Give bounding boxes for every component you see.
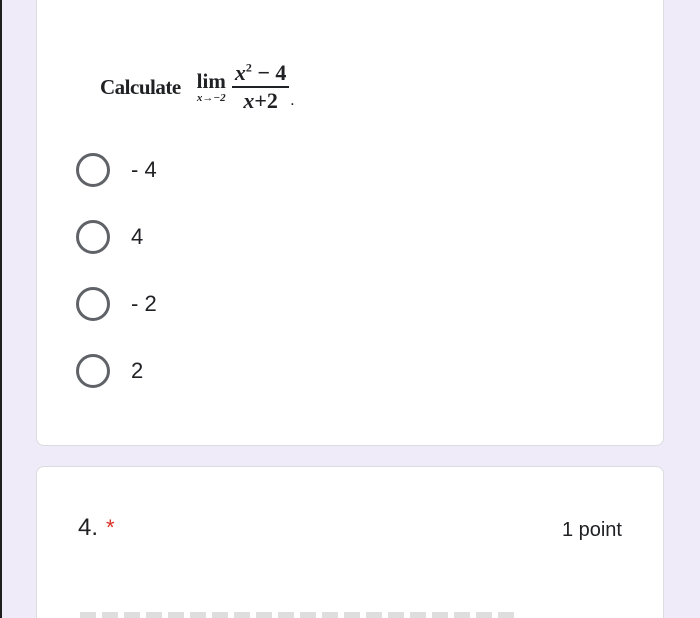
radio-button-icon[interactable] xyxy=(76,153,110,187)
numerator-variable: x xyxy=(234,60,246,85)
option-4[interactable]: 4 xyxy=(76,219,376,255)
limit-word: lim xyxy=(196,69,226,93)
limit-subscript: x→−2 xyxy=(196,92,226,104)
clipped-question-text xyxy=(80,612,520,618)
limit-operator: lim x→−2 xyxy=(197,70,226,104)
radio-button-icon[interactable] xyxy=(76,287,110,321)
option-2[interactable]: 2 xyxy=(76,353,376,389)
fraction: x2 − 4 x+2 xyxy=(231,60,290,114)
denominator-variable: x xyxy=(243,88,255,113)
question-prefix: Calculate xyxy=(100,74,181,99)
option-minus-2[interactable]: - 2 xyxy=(76,286,376,322)
form-viewport: Calculate lim x→−2 x2 − 4 x+2 . - 4 4 - … xyxy=(0,0,700,618)
window-edge xyxy=(0,0,2,618)
denominator-rest: +2 xyxy=(254,88,278,113)
question-points: 1 point xyxy=(561,519,622,541)
numerator-rest: − 4 xyxy=(251,60,287,85)
fraction-denominator: x+2 xyxy=(240,88,281,114)
radio-button-icon[interactable] xyxy=(76,354,110,388)
radio-button-icon[interactable] xyxy=(76,220,110,254)
option-label: 4 xyxy=(131,224,144,249)
required-asterisk: * xyxy=(106,515,115,540)
question-number: 4. xyxy=(78,514,99,541)
option-label: - 2 xyxy=(131,291,157,316)
question-3-text: Calculate lim x→−2 x2 − 4 x+2 . xyxy=(100,56,294,118)
question-card-4 xyxy=(36,466,664,618)
fraction-numerator: x2 − 4 xyxy=(232,60,290,86)
option-label: 2 xyxy=(131,358,144,383)
question-4-title: 4. * xyxy=(78,514,115,542)
option-minus-4[interactable]: - 4 xyxy=(76,152,376,188)
end-punctuation: . xyxy=(290,92,295,109)
option-label: - 4 xyxy=(131,157,157,182)
